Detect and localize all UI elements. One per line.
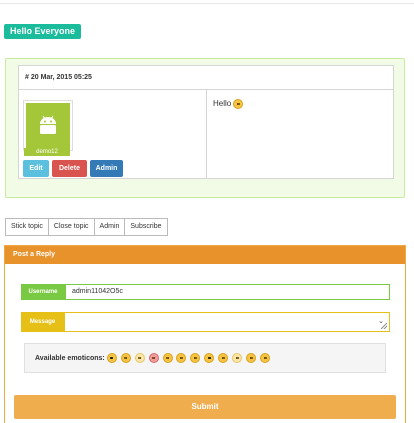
smile-face-icon[interactable] [246,353,257,364]
post-message: Hello [213,99,244,109]
message-input[interactable]: ⌄ [64,312,390,332]
submit-button[interactable]: Submit [14,395,396,419]
emoticons-label: Available emoticons: [35,355,105,362]
message-field: Message ⌄ [21,312,390,332]
red-face-icon[interactable] [148,353,159,364]
smile-face-icon [233,99,244,109]
username-field: Username admin11042O5c [21,284,390,300]
avatar [24,101,72,150]
smile-face-icon[interactable] [190,353,201,364]
smile-face-icon[interactable] [260,353,271,364]
stick-topic-button[interactable]: Stick topic [5,218,49,236]
cool-face-icon[interactable] [204,353,215,364]
smile-face-icon[interactable] [162,353,173,364]
post-date: # 20 Mar, 2015 05:25 [19,66,393,90]
post-message-text: Hello [213,99,232,109]
resize-handle-icon[interactable] [381,323,387,329]
cool-face-icon[interactable] [106,353,117,364]
smile-face-icon[interactable] [218,353,229,364]
close-topic-button[interactable]: Close topic [47,218,95,236]
edit-button[interactable]: Edit [23,160,49,177]
message-label: Message [21,312,64,332]
author-username[interactable]: demo12 [24,148,70,156]
reply-panel: Post a Reply Username admin11042O5c Mess… [4,245,406,423]
post-table: # 20 Mar, 2015 05:25 demo12 Edit Delete … [18,65,394,179]
column-divider [206,90,207,178]
admin-topic-button[interactable]: Admin [93,218,126,236]
post-panel: # 20 Mar, 2015 05:25 demo12 Edit Delete … [5,58,405,198]
page-title: Hello Everyone [4,24,82,39]
reply-header: Post a Reply [5,246,405,264]
username-label: Username [21,284,65,300]
emoticons-box: Available emoticons: [24,343,386,373]
pale-face-icon[interactable] [134,353,145,364]
top-divider [0,3,414,4]
delete-button[interactable]: Delete [52,160,87,177]
pale-face-icon[interactable] [232,353,243,364]
username-input[interactable]: admin11042O5c [65,284,390,300]
smile-face-icon[interactable] [176,353,187,364]
admin-button[interactable]: Admin [90,160,123,177]
author-column: demo12 Edit Delete Admin [19,90,206,178]
android-icon [40,115,56,134]
topic-actions: Stick topic Close topic Admin Subscribe [5,218,168,236]
subscribe-button[interactable]: Subscribe [124,218,168,236]
smile-face-icon[interactable] [120,353,131,364]
